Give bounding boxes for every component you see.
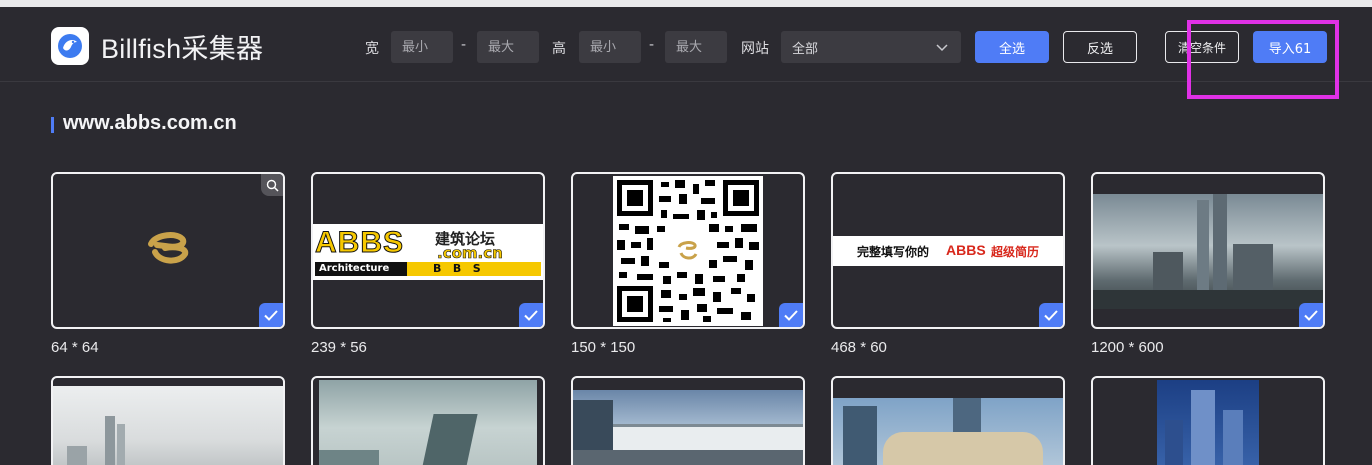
banner-yellow-bar: Architecture B B S: [315, 262, 541, 276]
width-label: 宽: [365, 41, 379, 57]
banner-brand-text: ABBS: [946, 242, 986, 258]
thumbnail-dimensions: 150 * 150: [571, 339, 636, 356]
app-title: Billfish采集器: [101, 34, 264, 64]
selected-checkbox[interactable]: [1299, 303, 1323, 327]
thumbnail-card[interactable]: [311, 376, 545, 465]
annotation-highlight-box: [1187, 20, 1339, 99]
thumbnail-dimensions: 468 * 60: [831, 339, 887, 356]
architecture-image: [1157, 380, 1259, 465]
architecture-image: [573, 390, 803, 465]
resume-banner-image: 完整填写你的 ABBS 超级简历: [833, 236, 1063, 266]
select-all-button[interactable]: 全选: [975, 31, 1049, 63]
site-label: 网站: [741, 41, 769, 57]
thumbnail-card[interactable]: [1091, 376, 1325, 465]
abbs-logo-icon: [148, 232, 189, 264]
header-bar: Billfish采集器 宽 - 高 - 网站 全部 全选 反选 清空条件 导入6…: [0, 7, 1372, 82]
qr-code-image: [613, 176, 763, 326]
architecture-image: [319, 380, 537, 465]
thumbnail-card[interactable]: ABBS 建筑论坛 .com.cn Architecture B B S: [311, 172, 545, 329]
height-min-input[interactable]: [579, 31, 641, 63]
banner-right-text: 超级简历: [991, 245, 1040, 259]
window-top-strip: [0, 0, 1372, 7]
thumbnail-card[interactable]: [51, 376, 285, 465]
banner-abbs-text: ABBS: [314, 226, 405, 260]
thumbnail-card[interactable]: [571, 172, 805, 329]
selected-checkbox[interactable]: [779, 303, 803, 327]
abbs-banner-image: ABBS 建筑论坛 .com.cn Architecture B B S: [313, 224, 543, 280]
architecture-image: [833, 398, 1063, 465]
zoom-icon[interactable]: [261, 174, 283, 196]
thumbnail-card[interactable]: [1091, 172, 1325, 329]
selected-checkbox[interactable]: [519, 303, 543, 327]
selected-checkbox[interactable]: [1039, 303, 1063, 327]
architecture-image: [53, 386, 283, 465]
site-select[interactable]: 全部: [781, 31, 961, 63]
city-render-image: [1093, 194, 1323, 309]
thumbnail-dimensions: 1200 * 600: [1091, 339, 1164, 356]
invert-selection-button[interactable]: 反选: [1063, 31, 1137, 63]
thumbnail-dimensions: 239 * 56: [311, 339, 367, 356]
section-accent-bar: [51, 117, 54, 133]
selected-checkbox[interactable]: [259, 303, 283, 327]
thumbnail-card[interactable]: [571, 376, 805, 465]
width-range-dash: -: [461, 37, 467, 53]
section-title: www.abbs.com.cn: [63, 112, 237, 134]
banner-domain-text: .com.cn: [437, 244, 503, 263]
height-range-dash: -: [649, 37, 655, 53]
site-select-value: 全部: [792, 42, 819, 57]
banner-architecture-text: Architecture: [315, 262, 407, 276]
banner-left-text: 完整填写你的: [857, 245, 930, 259]
width-max-input[interactable]: [477, 31, 539, 63]
thumbnail-card[interactable]: 完整填写你的 ABBS 超级简历: [831, 172, 1065, 329]
thumbnail-card[interactable]: [831, 376, 1065, 465]
height-label: 高: [552, 41, 566, 57]
chevron-down-icon: [936, 41, 948, 56]
thumbnail-card[interactable]: [51, 172, 285, 329]
billfish-logo-icon: [51, 27, 89, 65]
thumbnail-dimensions: 64 * 64: [51, 339, 99, 356]
banner-bbs-text: B B S: [433, 262, 481, 275]
width-min-input[interactable]: [391, 31, 453, 63]
height-max-input[interactable]: [665, 31, 727, 63]
